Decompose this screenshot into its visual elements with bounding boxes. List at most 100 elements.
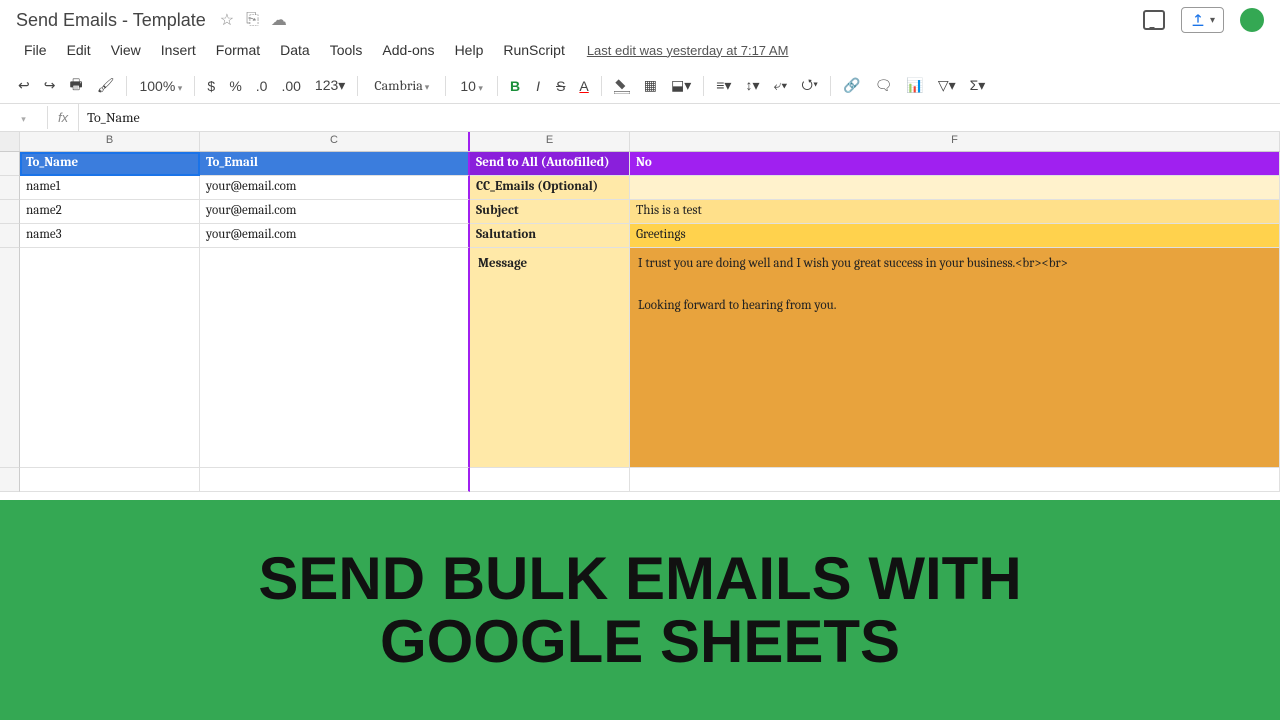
cell-send-all-value[interactable]: No: [630, 152, 1280, 176]
fx-label: fx: [48, 104, 79, 131]
menu-insert[interactable]: Insert: [153, 38, 204, 62]
text-color-button[interactable]: A: [573, 74, 594, 98]
strike-button[interactable]: S: [550, 74, 571, 98]
cell[interactable]: name3: [20, 224, 200, 248]
row-header[interactable]: [0, 176, 20, 200]
separator: [830, 76, 831, 96]
h-align-button[interactable]: ≡▾: [710, 73, 737, 98]
cloud-icon[interactable]: ☁: [271, 10, 287, 30]
col-header[interactable]: C: [200, 132, 470, 151]
cell[interactable]: your@email.com: [200, 176, 470, 200]
col-header[interactable]: B: [20, 132, 200, 151]
account-avatar[interactable]: [1240, 8, 1264, 32]
row-header[interactable]: [0, 468, 20, 492]
decrease-decimal[interactable]: .0: [250, 74, 274, 98]
menu-format[interactable]: Format: [208, 38, 268, 62]
font-select[interactable]: Cambria: [364, 75, 439, 96]
cell-send-all-label[interactable]: Send to All (Autofilled): [470, 152, 630, 176]
cell[interactable]: your@email.com: [200, 224, 470, 248]
cell-message-value[interactable]: I trust you are doing well and I wish yo…: [630, 248, 1280, 468]
menu-view[interactable]: View: [103, 38, 149, 62]
zoom-select[interactable]: 100%: [133, 76, 188, 96]
functions-button[interactable]: Σ▾: [964, 73, 992, 98]
column-headers: B C E F: [0, 132, 1280, 152]
cell-cc-label[interactable]: CC_Emails (Optional): [470, 176, 630, 200]
cell-to-email-header[interactable]: To_Email: [200, 152, 470, 176]
star-icon[interactable]: ☆: [220, 10, 234, 30]
link-button[interactable]: 🔗: [837, 73, 866, 98]
menu-runscript[interactable]: RunScript: [495, 38, 572, 62]
format-percent[interactable]: %: [223, 74, 247, 98]
title-bar: Send Emails - Template ☆ ⎘ ☁: [0, 0, 1280, 34]
formula-bar: fx To_Name: [0, 104, 1280, 132]
row-header[interactable]: [0, 152, 20, 176]
formula-input[interactable]: To_Name: [79, 105, 1280, 130]
table-row: name3 your@email.com Salutation Greeting…: [0, 224, 1280, 248]
cell[interactable]: [200, 248, 470, 468]
document-title[interactable]: Send Emails - Template: [16, 10, 206, 31]
rotate-button[interactable]: ⭯▾: [795, 70, 824, 102]
cell[interactable]: name2: [20, 200, 200, 224]
cell-cc-value[interactable]: [630, 176, 1280, 200]
format-currency[interactable]: $: [201, 74, 221, 98]
cell-message-label[interactable]: Message: [470, 248, 630, 468]
paint-format-button[interactable]: 🖌: [91, 73, 121, 98]
col-header[interactable]: E: [470, 132, 630, 151]
row-header[interactable]: [0, 224, 20, 248]
menu-addons[interactable]: Add-ons: [374, 38, 442, 62]
menu-tools[interactable]: Tools: [322, 38, 371, 62]
bold-button[interactable]: B: [504, 74, 526, 98]
merge-button[interactable]: ⬓▾: [665, 73, 697, 98]
cell[interactable]: [630, 468, 1280, 492]
wrap-button[interactable]: ⤶▾: [767, 73, 793, 98]
separator: [445, 76, 446, 96]
more-formats[interactable]: 123▾: [309, 73, 351, 98]
menu-file[interactable]: File: [16, 38, 55, 62]
col-header[interactable]: F: [630, 132, 1280, 151]
fill-icon: [614, 78, 630, 94]
borders-button[interactable]: ▦: [638, 73, 663, 98]
table-row: To_Name To_Email Send to All (Autofilled…: [0, 152, 1280, 176]
cell-salutation-label[interactable]: Salutation: [470, 224, 630, 248]
row-header[interactable]: [0, 200, 20, 224]
promo-banner: SEND BULK EMAILS WITH GOOGLE SHEETS: [0, 500, 1280, 720]
menu-edit[interactable]: Edit: [59, 38, 99, 62]
table-row: name1 your@email.com CC_Emails (Optional…: [0, 176, 1280, 200]
row-header[interactable]: [0, 248, 20, 468]
filter-button[interactable]: ▽▾: [932, 73, 962, 98]
upload-icon: [1190, 12, 1206, 28]
separator: [497, 76, 498, 96]
move-icon[interactable]: ⎘: [246, 11, 259, 29]
cell[interactable]: [20, 248, 200, 468]
cell[interactable]: [200, 468, 470, 492]
separator: [357, 76, 358, 96]
fill-color-button[interactable]: [608, 73, 636, 98]
redo-button[interactable]: ↪: [38, 73, 62, 98]
chart-button[interactable]: 📊: [900, 73, 929, 98]
banner-text: SEND BULK EMAILS WITH GOOGLE SHEETS: [258, 547, 1021, 673]
toolbar: ↩ ↪ 🖶 🖌 100% $ % .0 .00 123▾ Cambria 10 …: [0, 68, 1280, 104]
share-button[interactable]: [1181, 7, 1224, 33]
cell-to-name-header[interactable]: To_Name: [20, 152, 200, 176]
last-edit-link[interactable]: Last edit was yesterday at 7:17 AM: [587, 43, 789, 58]
cell[interactable]: your@email.com: [200, 200, 470, 224]
comments-icon[interactable]: [1143, 10, 1165, 30]
print-button[interactable]: 🖶: [63, 70, 88, 102]
name-box[interactable]: [0, 106, 48, 129]
select-all-corner[interactable]: [0, 132, 20, 151]
increase-decimal[interactable]: .00: [275, 74, 306, 98]
menu-help[interactable]: Help: [447, 38, 492, 62]
v-align-button[interactable]: ↕▾: [739, 73, 765, 98]
spreadsheet-grid[interactable]: B C E F To_Name To_Email Send to All (Au…: [0, 132, 1280, 492]
undo-button[interactable]: ↩: [12, 73, 36, 98]
cell-subject-value[interactable]: This is a test: [630, 200, 1280, 224]
menu-data[interactable]: Data: [272, 38, 318, 62]
font-size-select[interactable]: 10: [452, 76, 491, 96]
cell[interactable]: [20, 468, 200, 492]
italic-button[interactable]: I: [528, 74, 548, 98]
cell[interactable]: name1: [20, 176, 200, 200]
cell-salutation-value[interactable]: Greetings: [630, 224, 1280, 248]
cell-subject-label[interactable]: Subject: [470, 200, 630, 224]
comment-button[interactable]: 🗨: [869, 73, 899, 98]
cell[interactable]: [470, 468, 630, 492]
